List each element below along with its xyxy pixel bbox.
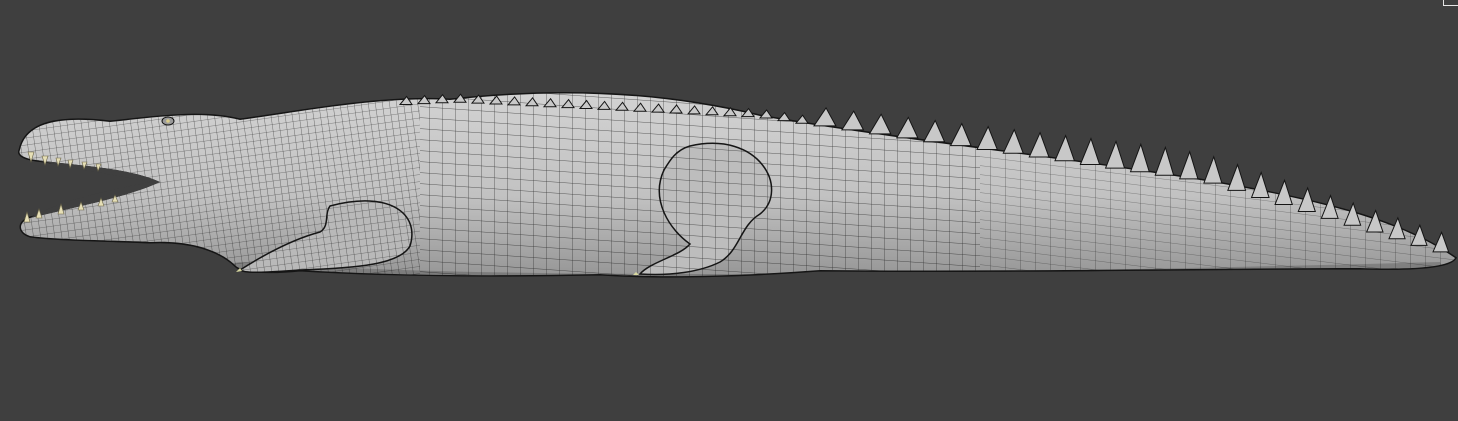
scute-ridge	[840, 110, 865, 131]
scute-ridge	[1028, 131, 1050, 158]
scute-ridge	[1129, 142, 1150, 173]
scute-ridge	[976, 125, 999, 150]
scute-ridge	[1203, 155, 1223, 184]
scute-ridge	[922, 119, 946, 143]
3d-viewport[interactable]	[0, 0, 1458, 421]
scute-ridge	[1002, 128, 1024, 154]
scute-ridge	[1154, 145, 1175, 176]
scute-ridge	[1104, 139, 1126, 169]
scute-ridge	[868, 113, 892, 135]
scute-ridge	[1054, 134, 1076, 162]
eye-pupil	[166, 119, 170, 123]
scute-ridge	[794, 114, 809, 124]
crocodile-mesh[interactable]	[0, 0, 1458, 421]
scute-ridge	[758, 109, 773, 119]
scute-ridge	[813, 106, 837, 127]
scute-ridge	[776, 111, 791, 122]
scute-ridge	[1250, 171, 1270, 198]
scute-ridge	[1432, 231, 1450, 253]
scute-ridge	[1274, 178, 1293, 206]
scute-ridge	[1079, 137, 1101, 165]
scute-ridge	[949, 122, 972, 147]
scute-ridge	[1178, 150, 1199, 180]
scute-ridge	[1227, 163, 1247, 191]
scute-ridge	[895, 116, 919, 139]
